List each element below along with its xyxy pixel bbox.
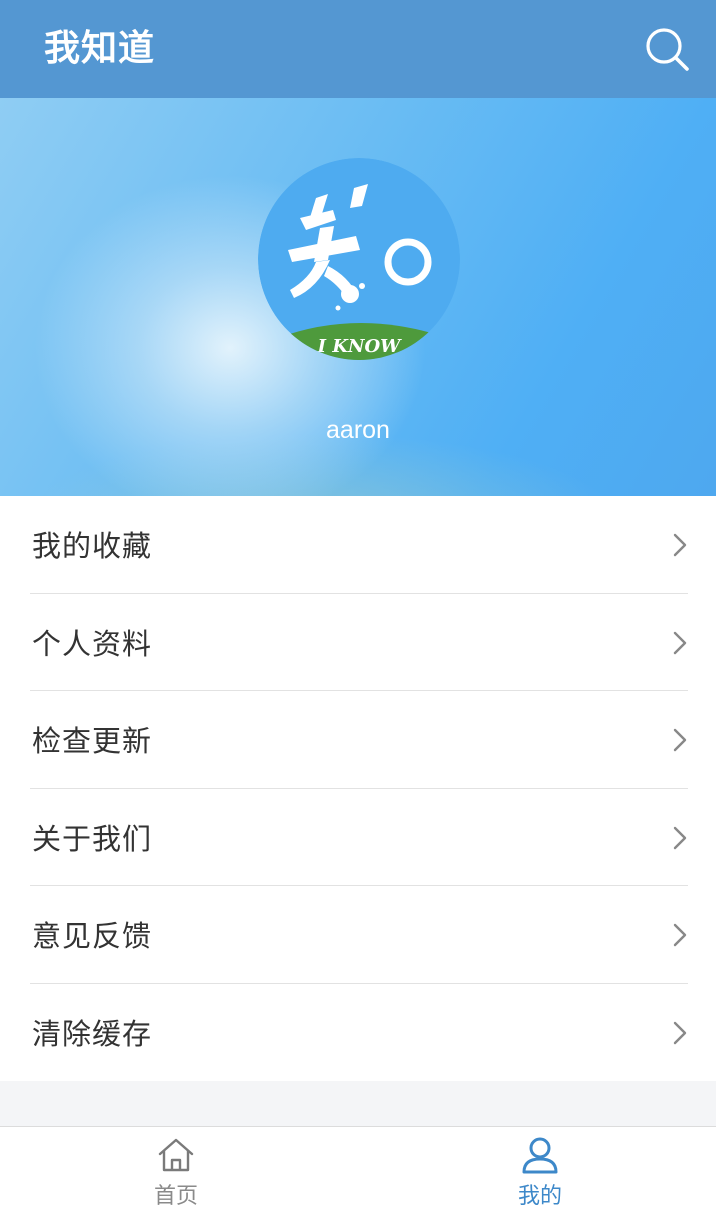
menu-item-about-us[interactable]: 关于我们 (30, 789, 688, 886)
search-icon (646, 28, 689, 71)
top-navbar: 我知道 (0, 0, 716, 98)
chevron-right-icon (673, 631, 687, 654)
menu-item-profile[interactable]: 个人资料 (30, 594, 688, 691)
tab-label: 首页 (153, 1184, 198, 1209)
chevron-right-icon (673, 826, 687, 849)
chevron-right-icon (673, 533, 687, 557)
menu-item-label: 检查更新 (32, 724, 153, 758)
page-title: 我知道 (44, 28, 156, 69)
settings-menu: 我的收藏 个人资料 检查更新 关于我们 意见反馈 清除缓存 (0, 496, 716, 1081)
menu-item-check-update[interactable]: 检查更新 (30, 691, 688, 789)
chevron-right-icon (673, 728, 687, 752)
user-icon (522, 1137, 558, 1174)
username: aaron (326, 416, 390, 444)
search-button[interactable] (640, 22, 694, 76)
menu-item-favorites[interactable]: 我的收藏 (30, 496, 688, 594)
chevron-right-icon (673, 923, 687, 947)
home-icon (158, 1138, 194, 1172)
menu-item-feedback[interactable]: 意见反馈 (30, 886, 688, 984)
menu-item-clear-cache[interactable]: 清除缓存 (30, 984, 688, 1082)
menu-item-label: 清除缓存 (32, 1016, 153, 1051)
menu-item-label: 关于我们 (32, 821, 153, 856)
tab-mine[interactable]: 我的 (440, 1127, 640, 1222)
tab-home[interactable]: 首页 (76, 1127, 276, 1222)
menu-item-label: 意见反馈 (32, 919, 153, 953)
avatar-logo-text: I KNOW (317, 336, 402, 357)
avatar[interactable]: I KNOW (258, 158, 460, 360)
chevron-right-icon (673, 1021, 687, 1044)
menu-item-label: 个人资料 (32, 626, 153, 661)
app-root: 我知道 I KNOW aaron 我的收藏 个人资料 检查更新 关于我们 意见反… (0, 0, 716, 1222)
menu-item-label: 我的收藏 (32, 529, 153, 563)
tab-label: 我的 (517, 1184, 562, 1209)
profile-banner: I KNOW aaron (0, 98, 716, 496)
app-logo-icon: I KNOW (258, 158, 460, 360)
bottom-tab-bar: 首页 我的 (0, 1126, 716, 1222)
